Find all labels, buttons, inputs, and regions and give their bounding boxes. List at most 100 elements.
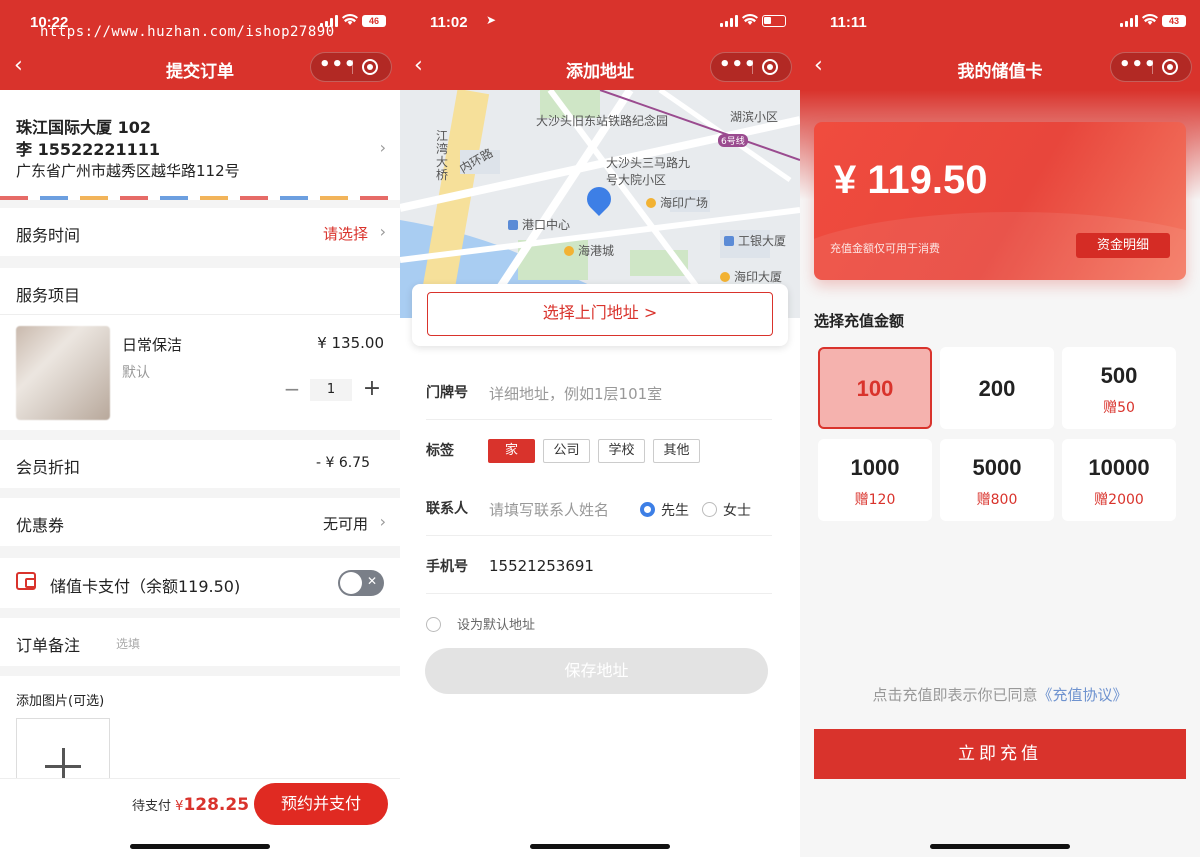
plus-button[interactable]: + [362, 378, 382, 402]
battery-icon [762, 15, 786, 27]
minus-button[interactable]: − [282, 378, 302, 402]
agreement-link[interactable]: 《充值协议》 [1038, 686, 1128, 704]
map-poi-label: 工银大厦 [738, 234, 787, 248]
radio-icon [426, 617, 441, 632]
chevron-right-icon: › [379, 512, 386, 531]
close-icon: ✕ [366, 574, 377, 588]
service-name: 日常保洁 [122, 336, 183, 354]
capsule-divider [352, 60, 353, 74]
chevron-right-icon: › [379, 222, 386, 241]
recharge-option[interactable]: 1000 赠120 [818, 439, 932, 521]
gender-mr-radio[interactable]: 先生 [640, 500, 689, 520]
member-discount-row: 会员折扣 - ¥ 6.75 [0, 440, 400, 488]
tag-option-company[interactable]: 公司 [543, 439, 590, 463]
mini-program-capsule: ••• [710, 52, 792, 82]
more-dots-icon[interactable]: ••• [1119, 53, 1156, 81]
recharge-option[interactable]: 5000 赠800 [940, 439, 1054, 521]
service-price: ¥ 135.00 [317, 334, 384, 352]
recharge-bonus: 赠120 [854, 492, 896, 508]
balance-amount: ¥ 119.50 [834, 158, 988, 202]
recharge-amount: 10000 [1088, 455, 1150, 480]
address-contact: 李 15522221111 [16, 140, 161, 159]
map-poi: 大沙头旧东站铁路纪念园 [536, 114, 669, 128]
card-pay-toggle[interactable]: ✕ [338, 570, 384, 596]
contact-row: 联系人 请填写联系人姓名 先生 女士 [412, 478, 788, 536]
recharge-option[interactable]: 10000 赠2000 [1062, 439, 1176, 521]
service-spec: 默认 [122, 365, 150, 381]
recharge-option[interactable]: 100 [818, 347, 932, 429]
signal-icon [1120, 15, 1138, 27]
service-time-row[interactable]: 服务时间 请选择 › [0, 208, 400, 256]
recharge-amount: 1000 [850, 455, 900, 480]
order-note-row: 订单备注 选填 [0, 618, 400, 666]
chevron-left-icon[interactable]: ‹ [814, 54, 838, 78]
coupon-row[interactable]: 优惠券 无可用 › [0, 498, 400, 546]
target-icon[interactable] [762, 59, 778, 75]
card-pay-label: 储值卡支付（余额119.50) [50, 577, 241, 596]
chevron-left-icon[interactable]: ‹ [14, 54, 38, 78]
tag-option-home[interactable]: 家 [488, 439, 535, 463]
gender-mr-label: 先生 [661, 503, 689, 519]
tag-option-other[interactable]: 其他 [653, 439, 700, 463]
book-and-pay-button[interactable]: 预约并支付 [254, 783, 388, 825]
capsule-divider [752, 60, 753, 74]
quantity-input[interactable]: 1 [310, 379, 352, 401]
pick-address-button[interactable]: 选择上门地址 > [427, 292, 773, 336]
tag-option-school[interactable]: 学校 [598, 439, 645, 463]
radio-icon [640, 502, 655, 517]
divider [0, 314, 400, 315]
stored-value-card-screen: 11:11 43 ‹ 我的储值卡 ••• ¥ 119.50 充值金额仅可用于消费… [800, 0, 1200, 857]
map-poi-label: 海印广场 [660, 196, 709, 210]
amount-due-value: 128.25 [183, 795, 250, 815]
address-building: 珠江国际大厦 102 [16, 118, 151, 137]
order-note-input[interactable]: 选填 [116, 635, 140, 652]
status-bar: 11:02 ➤ [400, 0, 800, 44]
agreement-prefix: 点击充值即表示你已同意 [872, 686, 1038, 704]
contact-input[interactable]: 请填写联系人姓名 [489, 499, 609, 520]
location-arrow-icon: ➤ [486, 13, 497, 27]
battery-icon: 43 [1162, 15, 1186, 27]
door-input[interactable]: 详细地址，例如1层101室 [489, 383, 662, 404]
service-time-label: 服务时间 [16, 226, 81, 245]
nav-bar: ‹ 提交订单 ••• [0, 44, 400, 90]
wallet-icon [16, 572, 36, 590]
service-items-label: 服务项目 [16, 286, 81, 305]
address-stripe-border [0, 196, 400, 200]
phone-input[interactable]: 15521253691 [489, 557, 594, 575]
gender-ms-radio[interactable]: 女士 [702, 500, 751, 520]
section-title: 选择充值金额 [814, 312, 905, 330]
home-indicator [530, 844, 670, 849]
member-discount-label: 会员折扣 [16, 458, 81, 477]
save-address-button[interactable]: 保存地址 [425, 648, 768, 694]
more-dots-icon[interactable]: ••• [319, 53, 356, 81]
fund-detail-button[interactable]: 资金明细 [1076, 233, 1170, 258]
phone-label: 手机号 [426, 559, 468, 575]
chevron-left-icon[interactable]: ‹ [414, 54, 438, 78]
nav-bar: ‹ 我的储值卡 ••• [800, 44, 1200, 90]
service-time-value: 请选择 [322, 225, 368, 243]
more-dots-icon[interactable]: ••• [719, 53, 756, 81]
default-address-label: 设为默认地址 [457, 618, 536, 633]
default-address-checkbox[interactable]: 设为默认地址 [426, 614, 535, 633]
home-indicator [130, 844, 270, 849]
target-icon[interactable] [1162, 59, 1178, 75]
add-address-screen: 11:02 ➤ ‹ 添加地址 ••• 大沙头旧东站铁路纪念园 湖滨小区 大沙头三… [400, 0, 800, 857]
amount-due: 待支付 ¥128.25 [132, 795, 249, 815]
recharge-amount: 100 [856, 376, 894, 401]
tag-label: 标签 [426, 443, 454, 459]
map-poi: 海港城 [564, 242, 614, 259]
service-items-card: 服务项目 日常保洁 默认 ¥ 135.00 − 1 + [0, 268, 400, 430]
wifi-icon [1142, 14, 1158, 25]
amount-due-label: 待支付 [132, 799, 172, 814]
contact-label: 联系人 [426, 501, 468, 517]
recharge-button[interactable]: 立即充值 [814, 729, 1186, 779]
recharge-option[interactable]: 500 赠50 [1062, 347, 1176, 429]
service-thumbnail [16, 326, 110, 420]
radio-icon [702, 502, 717, 517]
address-card[interactable]: 珠江国际大厦 102 李 15522221111 广东省广州市越秀区越华路112… [0, 90, 400, 200]
recharge-amount: 500 [1100, 363, 1138, 388]
metro-line-label: 6号线 [718, 134, 748, 147]
recharge-option[interactable]: 200 [940, 347, 1054, 429]
target-icon[interactable] [362, 59, 378, 75]
address-detail: 广东省广州市越秀区越华路112号 [16, 162, 240, 180]
